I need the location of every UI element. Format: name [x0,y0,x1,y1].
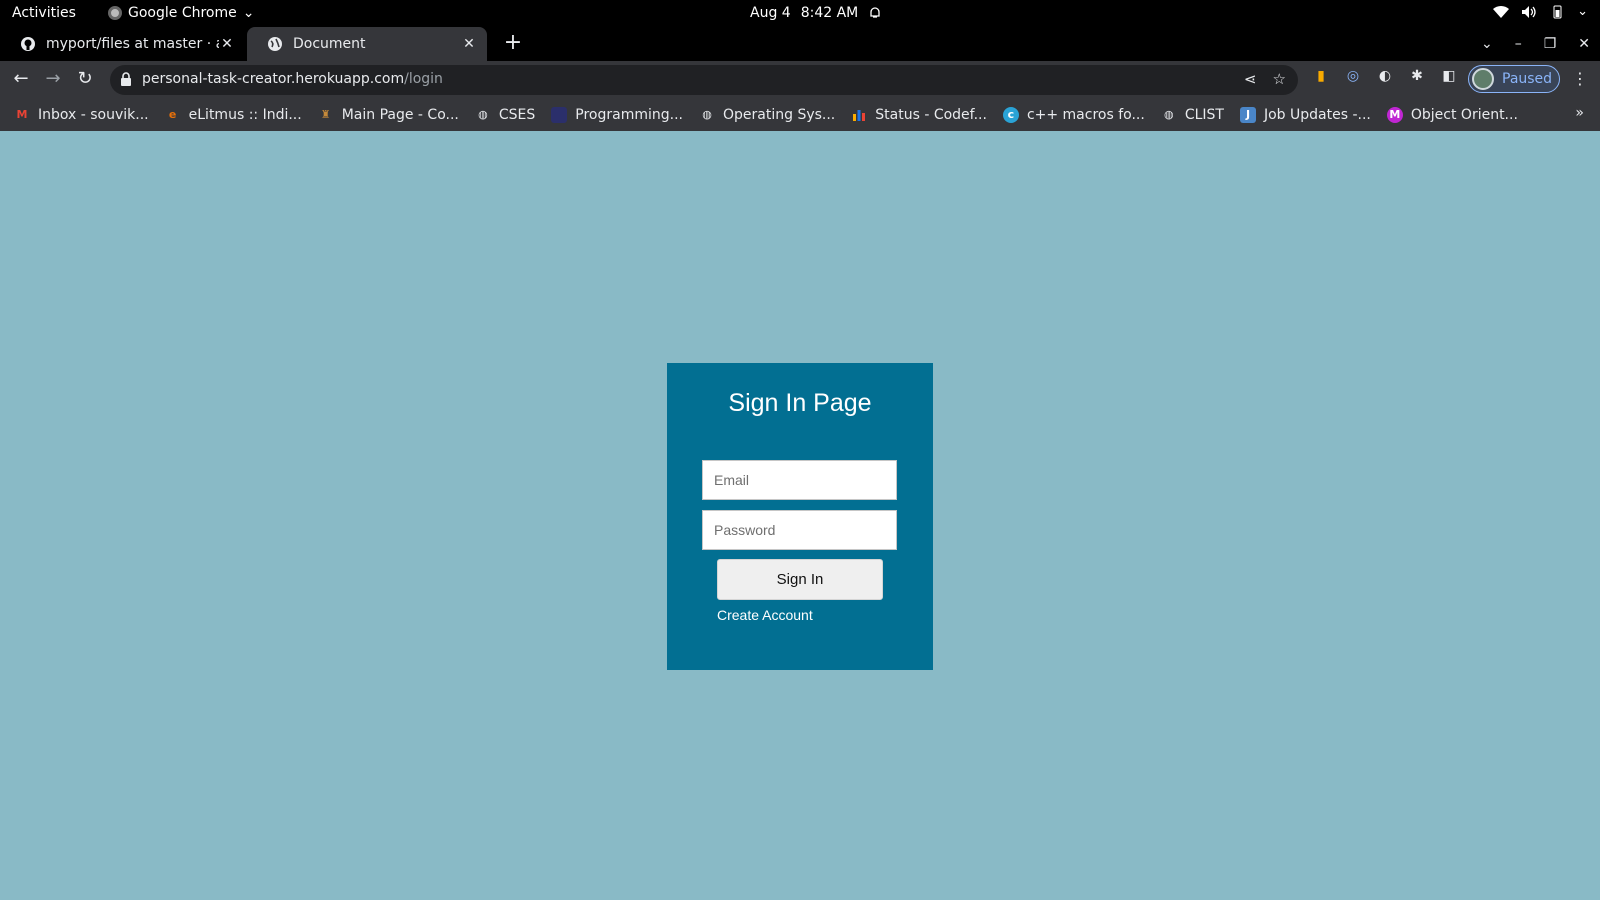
tab-strip: myport/files at master · al ✕ Document ✕… [0,27,1600,61]
window-controls: ⌄ – ❐ ✕ [1481,27,1590,61]
bookmark-codeforces[interactable]: Status - Codef... [851,107,987,123]
bookmark-job-updates[interactable]: J Job Updates -... [1239,106,1371,123]
codeforces-icon [851,107,867,123]
alarm-icon [870,7,880,18]
extensions-area: ▮ ◎ ◐ ✱ ◧ [1312,67,1458,85]
bookmarks-bar: M Inbox - souvik... e eLitmus :: Indi...… [0,98,1600,131]
bookmark-clist[interactable]: ◍ CLIST [1161,107,1224,123]
more-bookmarks-icon[interactable]: » [1575,105,1584,121]
forward-icon[interactable]: → [42,68,64,90]
clock[interactable]: Aug 4 8:42 AM [750,5,882,21]
bookmark-label: Object Orient... [1410,106,1518,123]
bookmark-label: Operating Sys... [723,106,836,123]
system-tray[interactable]: ⌄ [1493,4,1588,19]
globe-icon: ◍ [478,108,488,121]
bookmark-elitmus[interactable]: e eLitmus :: Indi... [165,107,302,123]
bookmark-cpp-macros[interactable]: c c++ macros fo... [1002,106,1145,123]
bookmark-label: Job Updates -... [1263,106,1371,123]
back-icon[interactable]: ← [10,68,32,90]
chevron-down-icon: ⌄ [242,5,255,21]
bookmark-label: Main Page - Co... [341,106,459,123]
kebab-menu-icon[interactable]: ⋮ [1572,69,1588,88]
browser-toolbar: ← → ↻ personal-task-creator.herokuapp.co… [0,61,1600,98]
password-field[interactable] [702,510,897,550]
bookmark-label: Status - Codef... [875,106,987,123]
globe-icon [267,36,283,52]
address-bar[interactable]: personal-task-creator.herokuapp.com/logi… [110,65,1298,95]
globe-icon: ◍ [1164,108,1174,121]
wifi-icon [1493,5,1510,18]
bookmark-label: CLIST [1184,106,1224,123]
gmail-icon: M [16,108,28,121]
close-window-icon[interactable]: ✕ [1578,36,1590,52]
url-host: personal-task-creator.herokuapp.com [142,71,405,87]
extensions-puzzle-icon[interactable]: ✱ [1408,67,1426,85]
side-panel-icon[interactable]: ◧ [1440,67,1458,85]
sign-in-button[interactable]: Sign In [717,559,883,600]
app-menu[interactable]: Google Chrome ⌄ [108,5,254,21]
bookmark-label: eLitmus :: Indi... [188,106,302,123]
extension-circle-icon[interactable]: ◐ [1376,67,1394,85]
tab-title: myport/files at master · al [46,36,219,52]
chevron-down-icon: ⌄ [1577,4,1588,19]
page-body: Sign In Page Sign In Create Account [0,131,1600,900]
tab-myport[interactable]: myport/files at master · al ✕ [0,27,245,61]
bookmark-cses[interactable]: ◍ CSES [475,107,535,123]
volume-icon [1522,5,1536,18]
app-name: Google Chrome [128,5,237,21]
star-icon[interactable]: ☆ [1273,70,1286,88]
profile-button[interactable]: Paused [1468,65,1560,93]
tab-title: Document [293,36,366,52]
avatar [1472,68,1494,90]
bookmark-main-page[interactable]: ♜ Main Page - Co... [318,107,459,123]
email-field[interactable] [702,460,897,500]
tab-document[interactable]: Document ✕ [247,27,487,61]
lock-icon[interactable] [120,72,132,86]
extension-timer-icon[interactable]: ◎ [1344,67,1362,85]
geeks-icon: c [1002,106,1019,123]
bookmark-label: Programming... [575,106,683,123]
battery-icon [1553,5,1562,18]
globe-icon: ◍ [702,108,712,121]
bookmark-label: c++ macros fo... [1026,106,1145,123]
extension-badge-icon[interactable]: ▮ [1312,67,1330,85]
chrome-icon [108,6,122,20]
profile-status: Paused [1502,71,1553,87]
elitmus-icon: e [168,108,177,121]
wiki-icon: ♜ [320,108,331,121]
bookmark-icon [551,106,568,123]
activities-button[interactable]: Activities [12,5,76,21]
url-text[interactable]: personal-task-creator.herokuapp.com/logi… [142,71,443,87]
restore-icon[interactable]: ❐ [1544,36,1557,52]
tab-search-icon[interactable]: ⌄ [1481,36,1493,52]
close-icon[interactable]: ✕ [461,36,477,52]
url-path: /login [404,71,443,87]
m-icon: M [1386,106,1403,123]
system-top-bar: Activities Google Chrome ⌄ Aug 4 8:42 AM… [0,0,1600,27]
bookmark-object-oriented[interactable]: M Object Orient... [1386,106,1518,123]
sign-in-card: Sign In Page Sign In Create Account [667,363,933,670]
bookmark-label: CSES [498,106,536,123]
new-tab-button[interactable]: + [500,31,526,57]
bookmark-label: Inbox - souvik... [38,106,149,123]
bookmark-programming[interactable]: Programming... [551,106,683,123]
date-label: Aug 4 [750,5,791,21]
share-icon[interactable]: ⋖ [1244,70,1257,88]
bookmark-inbox[interactable]: M Inbox - souvik... [14,107,149,123]
github-icon [20,36,36,52]
minimize-icon[interactable]: – [1515,36,1522,52]
page-title: Sign In Page [728,389,872,417]
close-icon[interactable]: ✕ [219,36,235,52]
time-label: 8:42 AM [800,5,859,21]
bookmark-operating-systems[interactable]: ◍ Operating Sys... [699,107,835,123]
create-account-link[interactable]: Create Account [717,607,813,623]
reload-icon[interactable]: ↻ [74,68,96,90]
job-icon: J [1239,106,1256,123]
